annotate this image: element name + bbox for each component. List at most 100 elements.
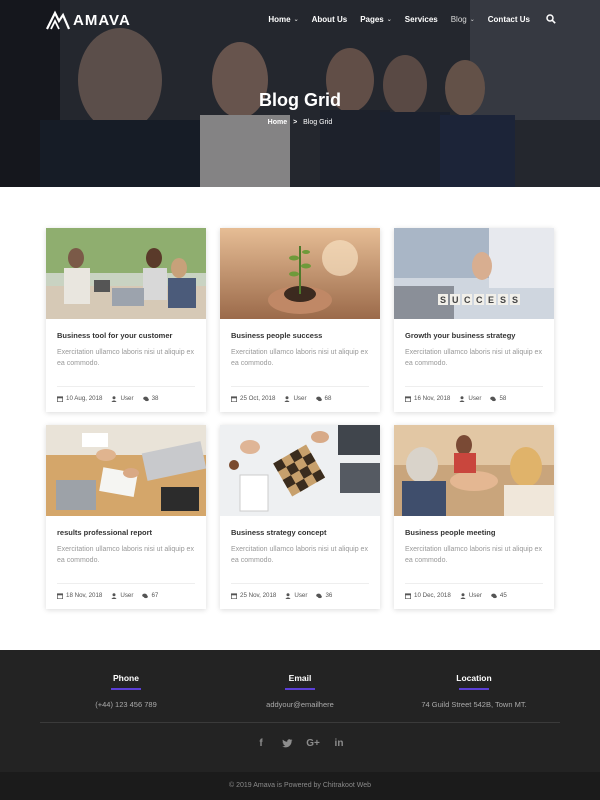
post-comments[interactable]: 45 (491, 592, 507, 599)
post-date: 25 Oct, 2018 (231, 395, 275, 402)
blog-card-title[interactable]: Business people success (231, 331, 369, 340)
google-plus-icon[interactable]: G+ (306, 736, 320, 750)
nav-item-about[interactable]: About Us (312, 15, 348, 24)
blog-card[interactable]: results professional report Exercitation… (46, 425, 206, 609)
blog-card-meta: 16 Nov, 2018 User 58 (405, 395, 543, 402)
post-comments[interactable]: 38 (142, 395, 158, 402)
breadcrumb-separator: > (293, 119, 298, 126)
post-author-text: User (468, 592, 482, 599)
post-date-text: 25 Nov, 2018 (240, 592, 277, 599)
post-date-text: 10 Dec, 2018 (414, 592, 451, 599)
blog-card-meta: 25 Nov, 2018 User 36 (231, 592, 369, 599)
divider (231, 386, 369, 387)
blog-card-image[interactable]: S U C C E S S (394, 228, 554, 319)
nav-label: Blog (450, 14, 467, 24)
post-date: 16 Nov, 2018 (405, 395, 450, 402)
user-icon (285, 592, 291, 599)
blog-card-excerpt: Exercitation ullamco laboris nisi ut ali… (57, 349, 194, 367)
breadcrumb: Home > Blog Grid (0, 119, 600, 126)
post-comments[interactable]: 58 (490, 395, 506, 402)
chevron-down-icon: ⌄ (293, 16, 299, 23)
blog-card-excerpt: Exercitation ullamco laboris nisi ut ali… (405, 349, 542, 367)
page-hero: AMAVA Home ⌄ About Us Pages ⌄ Services B… (0, 0, 600, 187)
blog-card-excerpt: Exercitation ullamco laboris nisi ut ali… (57, 546, 194, 564)
brand-logo[interactable]: AMAVA (46, 10, 131, 30)
blog-card-title[interactable]: Business strategy concept (231, 528, 369, 537)
blog-card-excerpt: Exercitation ullamco laboris nisi ut ali… (405, 546, 542, 564)
divider (405, 583, 543, 584)
blog-card-excerpt: Exercitation ullamco laboris nisi ut ali… (231, 349, 368, 367)
blog-card-title[interactable]: Business people meeting (405, 528, 543, 537)
blog-card[interactable]: Business people meeting Exercitation ull… (394, 425, 554, 609)
blog-card-meta: 10 Dec, 2018 User 45 (405, 592, 543, 599)
divider (57, 583, 195, 584)
footer-email-value[interactable]: addyour@emailhere (200, 700, 400, 709)
search-icon[interactable] (546, 14, 556, 24)
blog-card-excerpt: Exercitation ullamco laboris nisi ut ali… (231, 546, 368, 564)
facebook-icon[interactable]: f (254, 736, 268, 750)
svg-text:S: S (440, 295, 446, 305)
post-author[interactable]: User (111, 395, 134, 402)
post-comments[interactable]: 36 (316, 592, 332, 599)
logo-mark-icon (46, 10, 70, 30)
nav-item-contact[interactable]: Contact Us (488, 15, 530, 24)
comments-icon (142, 593, 149, 598)
blog-card[interactable]: S U C C E S S Growth your business strat… (394, 228, 554, 412)
nav-label: Services (404, 14, 438, 24)
nav-item-services[interactable]: Services (405, 15, 438, 24)
blog-card-image[interactable] (46, 425, 206, 516)
user-icon (460, 592, 466, 599)
comments-icon (315, 396, 322, 401)
post-author[interactable]: User (284, 395, 307, 402)
breadcrumb-home-link[interactable]: Home (268, 119, 287, 126)
nav-item-blog[interactable]: Blog ⌄ (451, 15, 475, 24)
blog-card-image[interactable] (220, 228, 380, 319)
footer-phone-value[interactable]: (+44) 123 456 789 (26, 700, 226, 709)
nav-item-pages[interactable]: Pages ⌄ (360, 15, 392, 24)
blog-card[interactable]: Business strategy concept Exercitation u… (220, 425, 380, 609)
footer-location-heading: Location (456, 673, 492, 683)
top-navbar: AMAVA Home ⌄ About Us Pages ⌄ Services B… (0, 0, 600, 40)
divider (231, 583, 369, 584)
blog-card-title[interactable]: Growth your business strategy (405, 331, 543, 340)
post-comments[interactable]: 68 (315, 395, 332, 402)
footer-email-heading: Email (288, 673, 312, 683)
blog-card[interactable]: Business tool for your customer Exercita… (46, 228, 206, 412)
blog-card-image[interactable] (394, 425, 554, 516)
footer-location-value: 74 Guild Street 542B, Town MT. (421, 700, 527, 709)
page-title: Blog Grid (259, 90, 341, 110)
svg-text:C: C (476, 295, 483, 305)
blog-card-title[interactable]: results professional report (57, 528, 195, 537)
comments-icon (142, 396, 149, 401)
blog-card-title[interactable]: Business tool for your customer (57, 331, 195, 340)
post-date: 10 Dec, 2018 (405, 592, 451, 599)
brand-name: AMAVA (73, 11, 131, 29)
nav-item-home[interactable]: Home ⌄ (268, 15, 298, 24)
user-icon (284, 395, 291, 402)
user-icon (111, 592, 117, 599)
social-links: f G+ in (0, 736, 600, 750)
post-author[interactable]: User (459, 395, 481, 402)
post-date: 10 Aug, 2018 (57, 395, 102, 402)
svg-text:S: S (500, 295, 506, 305)
post-author[interactable]: User (111, 592, 133, 599)
breadcrumb-current: Blog Grid (303, 119, 333, 126)
post-author[interactable]: User (460, 592, 482, 599)
post-comments-count: 68 (324, 395, 332, 402)
twitter-icon[interactable] (280, 736, 294, 750)
post-author[interactable]: User (285, 592, 307, 599)
linkedin-icon[interactable]: in (332, 736, 346, 750)
calendar-icon (231, 592, 237, 599)
chevron-down-icon: ⌄ (469, 16, 475, 23)
comments-icon (491, 593, 497, 598)
heading-underline (111, 688, 141, 690)
blog-card-image[interactable] (46, 228, 206, 319)
post-author-text: User (294, 592, 308, 599)
svg-text:E: E (488, 295, 494, 305)
svg-text:C: C (464, 295, 471, 305)
blog-card-image[interactable] (220, 425, 380, 516)
blog-card[interactable]: Business people success Exercitation ull… (220, 228, 380, 412)
post-comments[interactable]: 67 (142, 592, 158, 599)
comments-icon (316, 593, 323, 598)
user-icon (111, 395, 118, 402)
